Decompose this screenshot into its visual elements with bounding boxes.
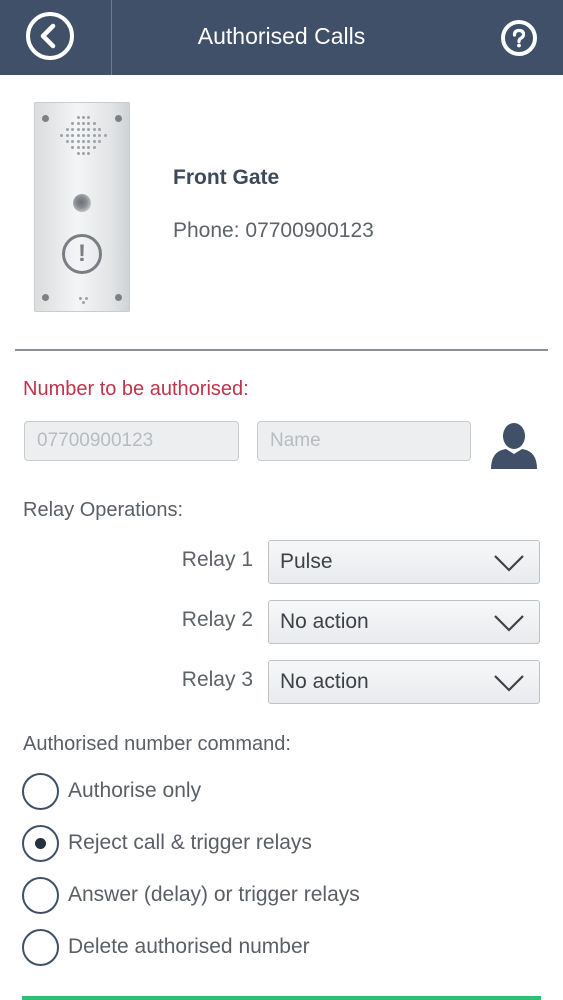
relay-heading: Relay Operations:: [23, 499, 184, 521]
chevron-down-icon: [494, 675, 524, 692]
chevron-down-icon: [494, 555, 524, 572]
page-title: Authorised Calls: [197, 23, 366, 49]
section-divider: [15, 349, 548, 351]
contact-person-icon[interactable]: [488, 420, 540, 470]
screw-icon: [115, 115, 122, 122]
relay-2-label: Relay 2: [181, 608, 253, 631]
submit-button-edge[interactable]: [22, 996, 541, 1000]
radio-label: Authorise only: [68, 779, 202, 802]
radio-button[interactable]: [22, 773, 59, 810]
radio-authorise-only[interactable]: Authorise only: [22, 773, 542, 811]
radio-label: Delete authorised number: [68, 935, 310, 958]
device-phone: Phone: 07700900123: [173, 219, 374, 242]
exclamation-button-icon: !: [62, 234, 102, 274]
screw-icon: [42, 115, 49, 122]
camera-lens-icon: [73, 194, 91, 212]
chevron-down-icon: [494, 615, 524, 632]
relay-1-select[interactable]: Pulse: [268, 540, 540, 584]
relay-2-select[interactable]: No action: [268, 600, 540, 644]
radio-label: Answer (delay) or trigger relays: [68, 883, 360, 906]
speaker-grille-icon: [58, 116, 107, 160]
top-bar: Authorised Calls: [0, 0, 563, 75]
relay-3-label: Relay 3: [181, 668, 253, 691]
device-name: Front Gate: [173, 166, 280, 189]
command-heading: Authorised number command:: [23, 733, 291, 755]
relay-1-label: Relay 1: [181, 548, 253, 571]
radio-button[interactable]: [22, 877, 59, 914]
screw-icon: [42, 294, 49, 301]
radio-dot-icon: [35, 838, 46, 849]
radio-button-selected[interactable]: [22, 825, 59, 862]
radio-reject-call[interactable]: Reject call & trigger relays: [22, 825, 542, 863]
radio-button[interactable]: [22, 929, 59, 966]
name-input[interactable]: [257, 421, 471, 461]
number-heading: Number to be authorised:: [23, 378, 249, 400]
number-input[interactable]: [24, 421, 239, 461]
radio-answer-delay[interactable]: Answer (delay) or trigger relays: [22, 877, 542, 915]
radio-label: Reject call & trigger relays: [68, 831, 312, 854]
help-circle-icon[interactable]: [501, 20, 537, 56]
relay-1-value: Pulse: [280, 550, 333, 573]
relay-3-value: No action: [280, 670, 369, 693]
intercom-panel-icon: !: [34, 102, 130, 312]
relay-3-select[interactable]: No action: [268, 660, 540, 704]
radio-delete-number[interactable]: Delete authorised number: [22, 929, 542, 967]
relay-2-value: No action: [280, 610, 369, 633]
screw-icon: [115, 294, 122, 301]
back-circle-icon[interactable]: [26, 12, 74, 60]
